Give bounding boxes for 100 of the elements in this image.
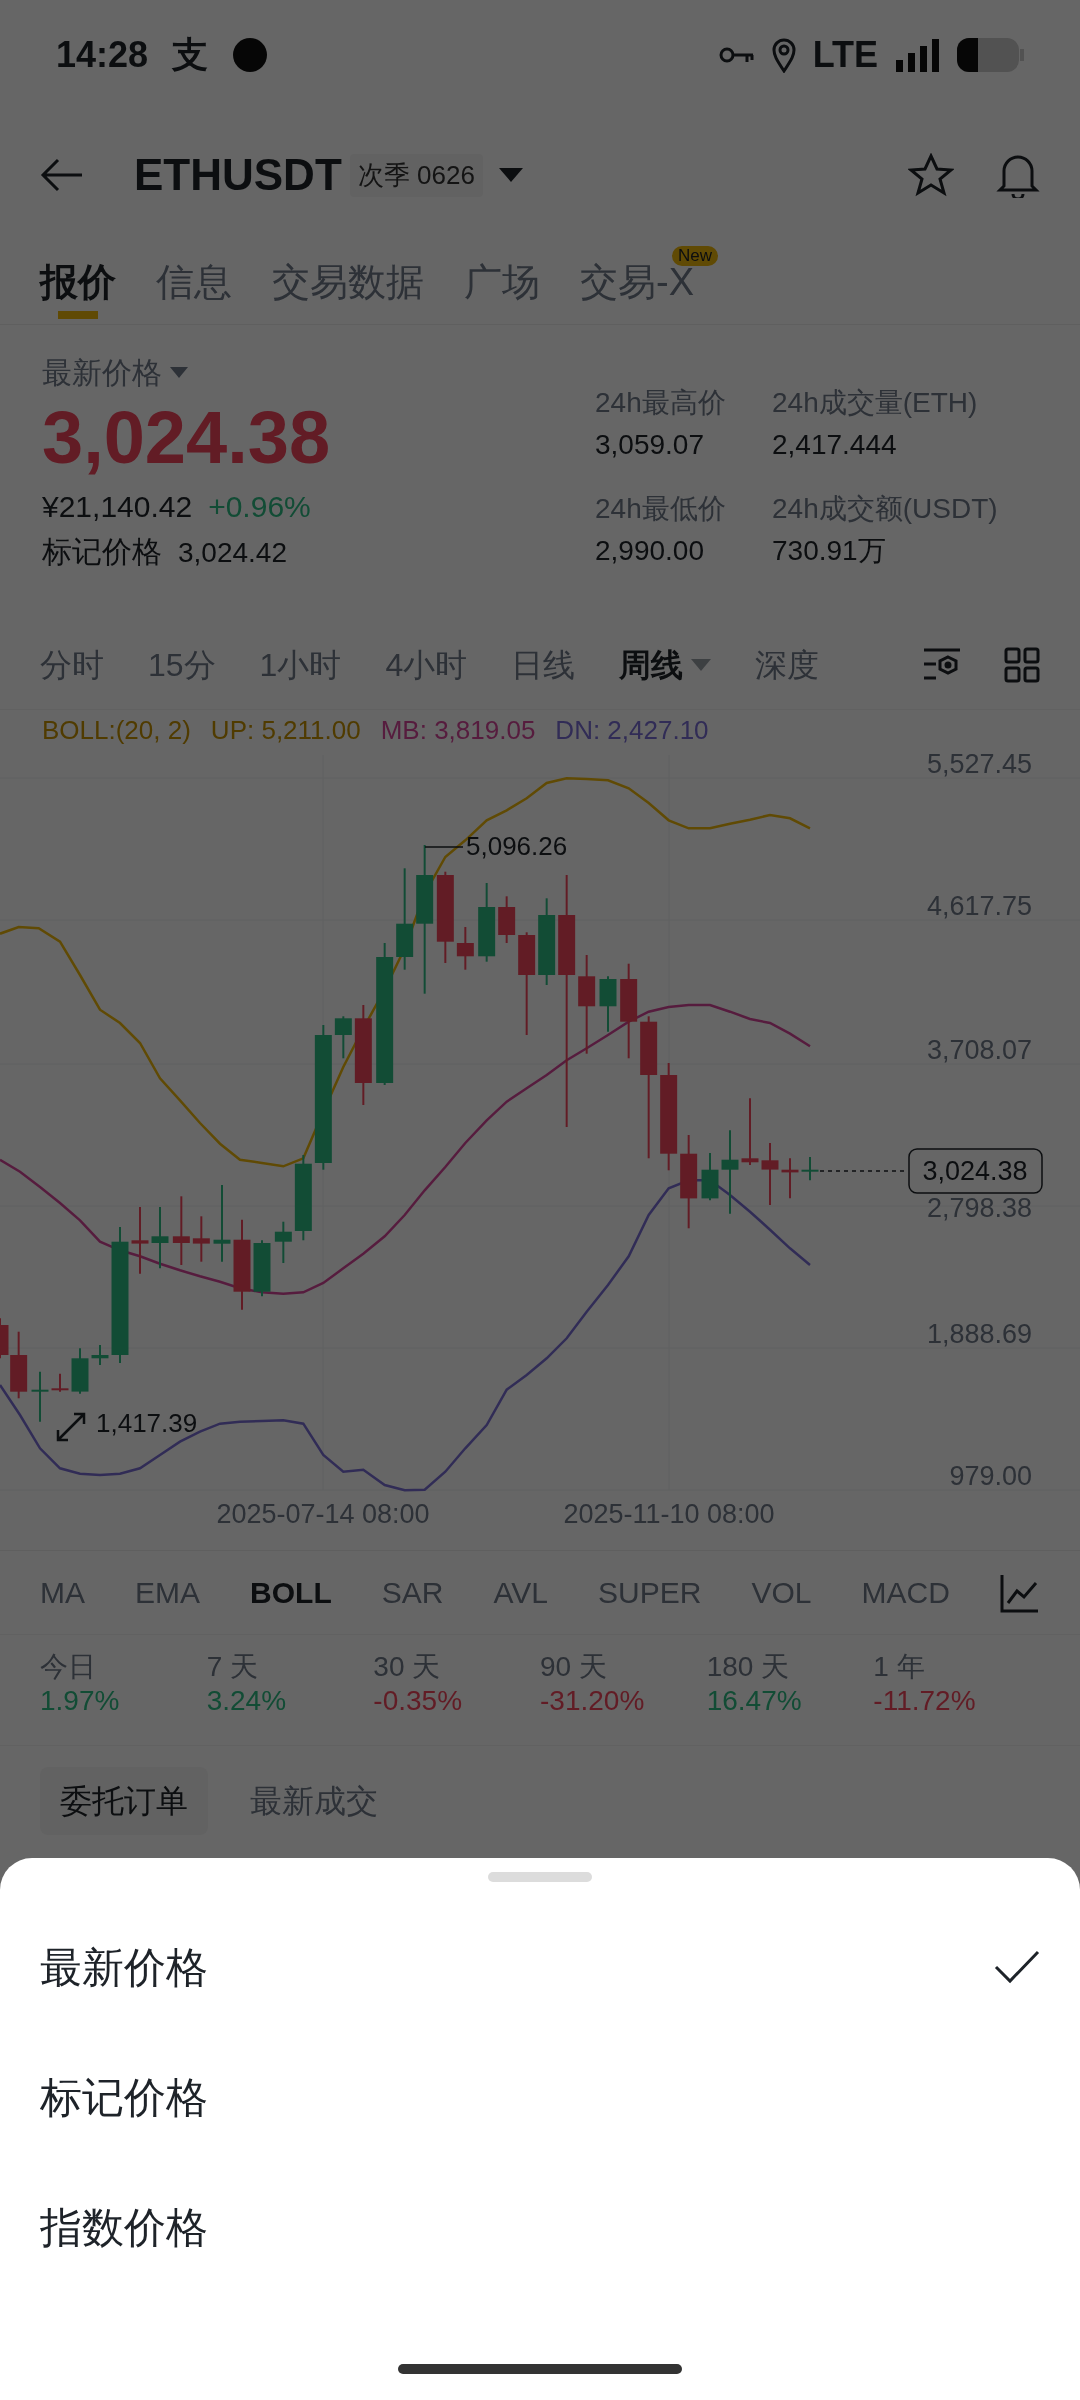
candlestick [741,1097,759,1166]
indicator-legend-value: UP: 5,211.00 [210,713,361,747]
candlestick [151,1206,169,1270]
stat-value: 2,417.444 [772,428,898,462]
interval-tab[interactable]: 日线 [511,640,576,689]
order-tab[interactable]: 最新成交 [230,1766,398,1835]
return-period: 90 天 [540,1650,608,1684]
return-period: 1 年 [873,1650,926,1684]
symbol-title: ETHUSDT [134,149,342,201]
return-period: 今日 [40,1650,97,1684]
order-tab[interactable]: 委托订单 [40,1766,208,1835]
tab[interactable]: 信息 [156,239,232,325]
stat-label: 24h成交额(USDT) [772,492,999,526]
return-period: 30 天 [373,1650,442,1684]
time-axis-label: 2025-07-14 08:00 [216,1499,430,1529]
low-price-label: 1,417.39 [96,1408,198,1438]
price-axis-label: 2,798.38 [926,1193,1032,1223]
price-change: +0.96% [208,489,311,526]
tab[interactable]: 报价 [40,239,116,325]
indicator-legend-value: DN: 2,427.10 [555,713,709,747]
candlestick [31,1370,49,1423]
candlestick [801,1156,819,1182]
current-price-tag: 3,024.38 [908,1148,1043,1194]
stat-label: 24h最高价 [595,386,727,420]
caret-down-icon[interactable] [691,658,712,671]
expand-icon[interactable] [56,1412,86,1442]
app-notification-glyph: 支 [172,33,209,77]
return-value: 16.47% [706,1683,803,1718]
stat-value: 3,059.07 [595,428,705,462]
last-price: 3,024.38 [42,395,332,481]
network-type-label: LTE [812,33,878,77]
candlestick [701,1152,719,1202]
battery-icon [956,37,1024,73]
return-value: -11.72% [873,1683,977,1718]
candlestick [334,1015,352,1060]
return-period: 7 天 [206,1650,260,1684]
mark-price-label: 标记价格 [42,534,162,571]
candlestick [498,895,516,944]
return-value: 3.24% [206,1683,288,1718]
candlestick [781,1157,799,1200]
high-price-label: 5,096.26 [466,831,568,861]
dot-icon [232,37,269,73]
stat-value: 2,990.00 [595,534,705,568]
candlestick [91,1344,109,1366]
stat-label: 24h最低价 [595,492,727,526]
indicator-tab[interactable]: MACD [861,1570,950,1615]
tab[interactable]: 广场 [464,239,540,325]
candlestick [71,1347,89,1395]
stat-value: 730.91万 [772,534,887,568]
contract-tag: 次季 0626 [349,153,483,197]
return-value: 1.97% [40,1683,121,1718]
signal-bars-icon [894,38,940,72]
interval-tab[interactable]: 周线 [619,640,684,689]
indicator-tab[interactable]: BOLL [250,1570,332,1615]
indicator-legend-value: MB: 3,819.05 [380,713,536,747]
drag-handle[interactable] [488,1872,592,1882]
indicator-legend-value: BOLL:(20, 2) [42,713,191,747]
indicator-tab[interactable]: SUPER [598,1570,702,1615]
indicator-tab[interactable]: VOL [751,1570,812,1615]
clock-time: 14:28 [56,33,149,77]
star-icon[interactable] [908,153,954,197]
grid-layout-icon[interactable] [1004,646,1040,683]
caret-down-icon[interactable] [170,367,188,378]
stat-label: 24h成交量(ETH) [772,386,979,420]
candlestick [253,1239,271,1298]
leader-line [424,846,464,848]
cny-price: ¥21,140.42 [42,489,193,526]
chart-settings-icon[interactable] [922,646,962,683]
candlestick [274,1220,292,1264]
return-period: 180 天 [706,1650,791,1684]
time-axis-label: 2025-11-10 08:00 [563,1499,775,1529]
price-type-option[interactable]: 标记价格 [0,2032,1080,2162]
price-type-option[interactable]: 指数价格 [0,2162,1080,2292]
indicator-chart-icon[interactable] [999,1572,1040,1613]
interval-tab[interactable]: 15分 [148,640,216,689]
back-arrow-icon[interactable] [40,158,84,192]
indicator-tab[interactable]: MA [40,1570,85,1615]
candlestick [172,1195,190,1266]
return-value: -31.20% [540,1683,646,1718]
price-type-option[interactable]: 最新价格 [0,1902,1080,2032]
candlestick [51,1372,69,1393]
interval-tab[interactable]: 1小时 [259,640,342,689]
tab[interactable]: 交易数据 [272,239,424,325]
caret-down-icon[interactable] [498,168,523,182]
indicator-tab[interactable]: AVL [493,1570,549,1615]
candlestick [456,926,474,971]
candlestick [192,1215,210,1263]
candlestick [131,1206,149,1275]
indicator-tab[interactable]: EMA [135,1570,201,1615]
location-pin-icon [770,37,797,73]
interval-tab[interactable]: 4小时 [385,640,468,689]
price-axis-label: 5,527.45 [926,750,1032,779]
mark-price-value: 3,024.42 [178,536,287,571]
candlestick [599,975,617,1033]
interval-tab[interactable]: 分时 [40,640,104,689]
indicator-tab[interactable]: SAR [381,1570,444,1615]
return-value: -0.35% [373,1683,464,1718]
price-type-selector[interactable]: 最新价格 [42,350,162,395]
interval-tab[interactable]: 深度 [755,640,820,689]
price-axis-label: 4,617.75 [926,891,1032,921]
